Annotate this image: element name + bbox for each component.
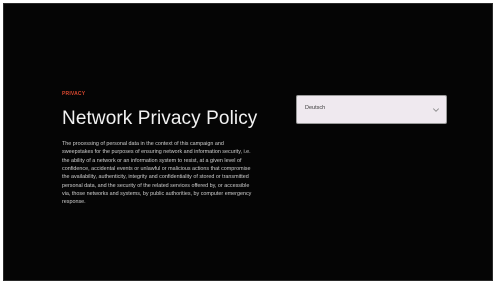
- privacy-policy-screen: PRIVACY Network Privacy Policy The proce…: [3, 3, 493, 281]
- language-select-value: Deutsch: [305, 105, 326, 111]
- policy-paragraph: The processing of personal data in the c…: [62, 141, 252, 206]
- chevron-down-icon: [433, 108, 439, 112]
- page-title: Network Privacy Policy: [62, 108, 258, 129]
- language-select[interactable]: Deutsch: [296, 95, 447, 124]
- section-eyebrow: PRIVACY: [62, 91, 86, 97]
